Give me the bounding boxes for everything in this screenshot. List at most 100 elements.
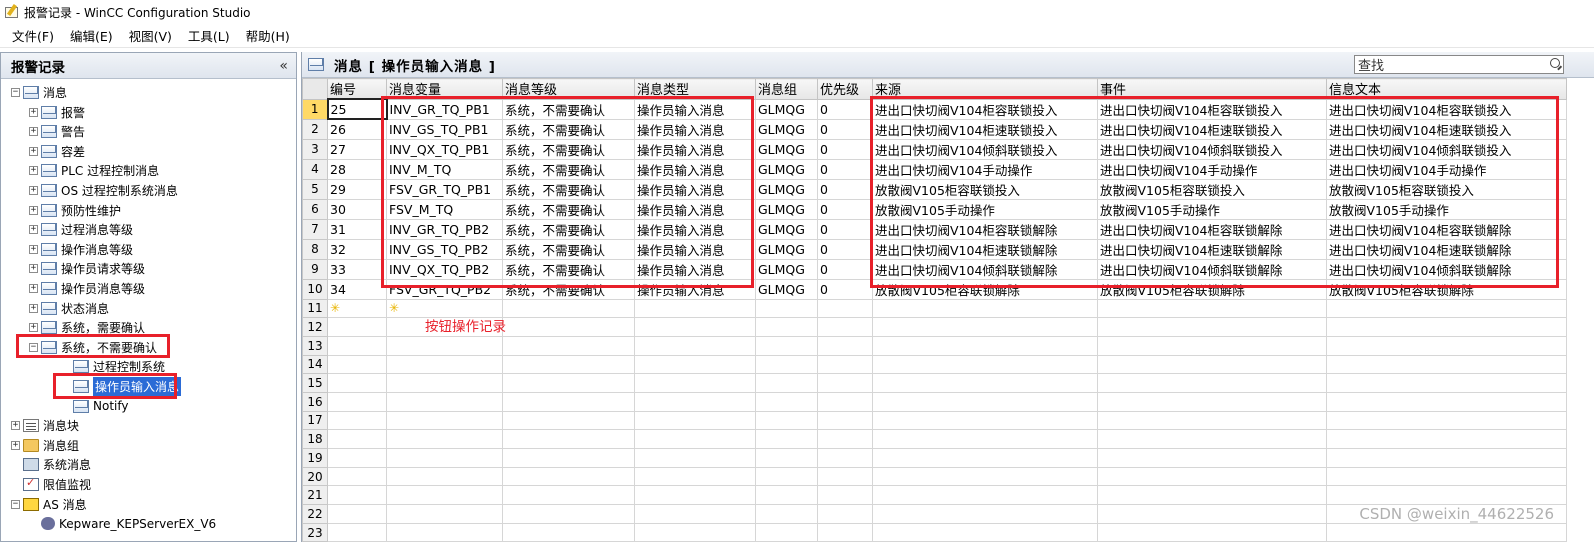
empty-cell[interactable] [502, 504, 635, 524]
empty-cell[interactable] [1097, 317, 1327, 337]
empty-cell[interactable] [872, 466, 1098, 487]
row-number[interactable]: 12 [302, 317, 328, 337]
empty-cell[interactable] [872, 317, 1098, 337]
empty-cell[interactable] [634, 448, 756, 468]
row-number[interactable]: 10 [302, 278, 328, 300]
cell-message-type[interactable]: 操作员输入消息 [634, 258, 756, 280]
cell-message-class[interactable]: 系统，不需要确认 [502, 258, 635, 280]
cell-source[interactable]: 进出口快切阀V104柜容联锁解除 [872, 218, 1098, 240]
empty-cell[interactable] [1097, 485, 1327, 506]
tree-node[interactable]: 过程控制系统 [61, 357, 165, 376]
cell-priority[interactable]: 0 [817, 138, 873, 160]
cell-info-text[interactable]: 放散阀V105柜容联锁解除 [1326, 278, 1567, 300]
cell-source[interactable]: 进出口快切阀V104倾斜联锁投入 [872, 138, 1098, 160]
empty-cell[interactable] [386, 504, 503, 524]
cell-id[interactable]: 33 [327, 258, 387, 280]
tree-node[interactable]: 操作员输入消息 [61, 377, 182, 396]
column-header-message-type[interactable]: 消息类型 [634, 78, 756, 100]
row-number[interactable]: 14 [302, 354, 328, 375]
empty-cell[interactable] [1326, 410, 1567, 431]
tree-node[interactable]: + 预防性维护 [29, 201, 121, 220]
table-row[interactable]: 1 25 INV_GR_TQ_PB1 系统，不需要确认 操作员输入消息 GLMQG 0 进出口… [302, 98, 1567, 120]
empty-cell[interactable] [1097, 391, 1327, 412]
cell-message-tag[interactable]: FSV_GR_TQ_PB1 [386, 178, 503, 200]
empty-cell[interactable] [1326, 373, 1567, 393]
cell-message-type[interactable]: 操作员输入消息 [634, 178, 756, 200]
empty-cell[interactable] [872, 410, 1098, 431]
empty-cell[interactable] [502, 485, 635, 506]
empty-cell[interactable] [1097, 373, 1327, 393]
table-row[interactable]: 14 [302, 354, 1567, 375]
empty-cell[interactable] [817, 410, 873, 431]
empty-cell[interactable] [634, 317, 756, 337]
row-number[interactable]: 20 [302, 466, 328, 487]
empty-cell[interactable] [817, 522, 873, 542]
empty-cell[interactable] [634, 298, 756, 319]
empty-cell[interactable] [502, 448, 635, 468]
table-row[interactable]: 21 [302, 485, 1567, 506]
cell-message-group[interactable]: GLMQG [755, 258, 818, 280]
empty-cell[interactable] [1097, 410, 1327, 431]
cell-message-type[interactable]: 操作员输入消息 [634, 278, 756, 300]
cell-id[interactable]: 27 [327, 138, 387, 160]
cell-message-class[interactable]: 系统，不需要确认 [502, 118, 635, 140]
cell-message-group[interactable]: GLMQG [755, 138, 818, 160]
empty-cell[interactable] [386, 410, 503, 431]
empty-cell[interactable] [755, 522, 818, 542]
empty-cell[interactable] [386, 485, 503, 506]
cell-message-type[interactable]: 操作员输入消息 [634, 98, 756, 120]
cell-priority[interactable]: 0 [817, 198, 873, 220]
cell-message-group[interactable]: GLMQG [755, 278, 818, 300]
column-header-event[interactable]: 事件 [1097, 78, 1327, 100]
cell-message-group[interactable]: GLMQG [755, 178, 818, 200]
empty-cell[interactable] [817, 448, 873, 468]
table-row[interactable]: 9 33 INV_QX_TQ_PB2 系统，不需要确认 操作员输入消息 GLMQG 0 进出口… [302, 258, 1567, 280]
expand-icon[interactable]: + [11, 421, 20, 431]
collapse-panel-button[interactable]: « [279, 58, 288, 74]
cell-source[interactable]: 进出口快切阀V104倾斜联锁解除 [872, 258, 1098, 280]
table-row[interactable]: 7 31 INV_GR_TQ_PB2 系统，不需要确认 操作员输入消息 GLMQG 0 进出口… [302, 218, 1567, 240]
empty-cell[interactable] [502, 466, 635, 487]
empty-cell[interactable] [872, 391, 1098, 412]
empty-cell[interactable] [817, 391, 873, 412]
empty-cell[interactable] [634, 485, 756, 506]
empty-cell[interactable] [872, 354, 1098, 375]
cell-priority[interactable]: 0 [817, 218, 873, 240]
empty-cell[interactable] [1326, 298, 1567, 319]
tree-node[interactable]: + 消息块 [11, 416, 79, 435]
empty-cell[interactable] [755, 448, 818, 468]
cell-message-group[interactable]: GLMQG [755, 218, 818, 240]
cell-id[interactable]: 30 [327, 198, 387, 220]
expand-icon[interactable]: + [29, 284, 38, 293]
cell-id[interactable]: 26 [327, 118, 387, 140]
table-row[interactable]: 6 30 FSV_M_TQ 系统，不需要确认 操作员输入消息 GLMQG 0 放散阀V105手… [302, 198, 1567, 220]
empty-cell[interactable] [817, 373, 873, 393]
empty-cell[interactable] [1097, 466, 1327, 487]
cell-event[interactable]: 放散阀V105手动操作 [1097, 198, 1327, 220]
cell-info-text[interactable]: 进出口快切阀V104倾斜联锁投入 [1326, 138, 1567, 160]
cell-message-type[interactable]: 操作员输入消息 [634, 198, 756, 220]
row-number[interactable]: 13 [302, 335, 328, 356]
cell-source[interactable]: 进出口快切阀V104柜速联锁投入 [872, 118, 1098, 140]
empty-cell[interactable] [817, 466, 873, 487]
empty-cell[interactable] [327, 391, 387, 412]
menu-help[interactable]: 帮助(H) [238, 26, 298, 45]
empty-cell[interactable] [1097, 354, 1327, 375]
expand-icon[interactable]: + [29, 146, 38, 156]
tree-node[interactable]: + 状态消息 [29, 299, 109, 318]
cell-message-class[interactable]: 系统，不需要确认 [502, 238, 635, 260]
empty-cell[interactable] [1097, 429, 1327, 449]
cell-message-type[interactable]: 操作员输入消息 [634, 118, 756, 140]
cell-message-tag[interactable]: INV_M_TQ [386, 158, 503, 180]
cell-id[interactable]: 34 [327, 278, 387, 300]
empty-cell[interactable] [502, 410, 635, 431]
empty-cell[interactable] [817, 504, 873, 524]
expand-icon[interactable]: + [29, 166, 38, 176]
empty-cell[interactable] [386, 354, 503, 375]
cell-message-class[interactable]: 系统，不需要确认 [502, 98, 635, 120]
empty-cell[interactable] [502, 298, 635, 319]
expand-icon[interactable]: + [29, 264, 38, 274]
expand-icon[interactable]: + [29, 186, 38, 195]
empty-cell[interactable] [634, 373, 756, 393]
empty-cell[interactable] [386, 373, 503, 393]
